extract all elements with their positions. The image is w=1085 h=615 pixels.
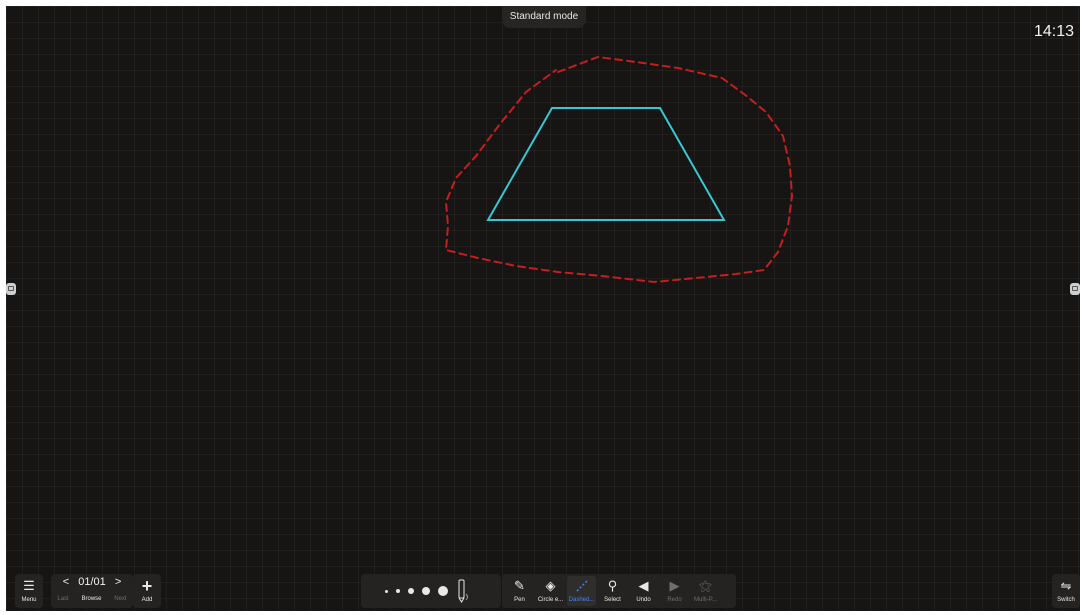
undo-label: Undo [636,596,651,603]
pen-tool-label: Pen [514,596,525,603]
multi-pen-label: Multi-P... [694,596,717,603]
dashed-line-label: Dashed... [568,596,595,603]
switch-label: Switch [1057,596,1075,603]
trapezoid-shape[interactable] [486,107,726,221]
circle-eraser-button[interactable]: ◈ Circle e... [536,576,565,606]
switch-button[interactable]: ⇋ Switch [1052,576,1080,606]
page-counter[interactable]: 01/01 [78,576,106,588]
stroke-size-4[interactable] [422,587,430,595]
select-tool-button[interactable]: ⚲ Select [598,576,627,606]
switch-icon: ⇋ [1060,577,1072,593]
whiteboard-canvas[interactable]: Standard mode 14:13 ☰ Menu < 01/01 > Las… [6,6,1080,611]
add-page-button[interactable]: + Add [133,576,161,606]
dashed-line-button[interactable]: Dashed... [567,576,596,606]
chevron-left-icon[interactable]: < [63,576,69,588]
multi-pen-button[interactable]: ⚝ Multi-P... [691,576,720,606]
browse-button[interactable]: Browse [81,596,101,602]
next-page-button[interactable]: Next [114,596,126,602]
pen-preview-icon[interactable] [455,578,471,604]
tool-group: ✎ Pen ◈ Circle e... Dashed... ⚲ Select ◀… [502,574,736,608]
stroke-size-selector [361,574,501,608]
page-navigator: < 01/01 > Last Browse Next [51,574,133,608]
redo-icon: ▶ [669,577,680,593]
add-label: Add [141,596,153,603]
plus-icon: + [141,575,153,596]
undo-icon: ◀ [638,577,649,593]
undo-button[interactable]: ◀ Undo [629,576,658,606]
pen-tool-button[interactable]: ✎ Pen [505,576,534,606]
circle-eraser-label: Circle e... [537,596,564,603]
menu-button-group: ☰ Menu [15,574,43,608]
redo-label: Redo [667,596,682,603]
chevron-right-icon[interactable]: > [115,576,121,588]
dashed-loop-stroke[interactable] [444,55,794,284]
switch-group: ⇋ Switch [1052,574,1080,608]
redo-button[interactable]: ▶ Redo [660,576,689,606]
dashed-line-icon [575,579,589,594]
eraser-icon: ◈ [545,577,556,593]
stroke-size-2[interactable] [396,589,400,593]
select-tool-label: Select [604,596,621,603]
menu-label: Menu [21,596,37,603]
menu-button[interactable]: ☰ Menu [15,576,43,606]
pager-row: < 01/01 > [51,576,133,588]
pager-labels: Last Browse Next [51,596,133,602]
stroke-size-5[interactable] [438,586,448,596]
last-page-button[interactable]: Last [57,596,68,602]
menu-icon: ☰ [23,577,35,593]
stroke-size-1[interactable] [385,589,388,593]
drawing-layer [444,55,794,284]
stroke-size-3[interactable] [408,588,414,594]
multi-pen-icon: ⚝ [699,577,712,593]
pen-icon: ✎ [514,577,525,593]
select-icon: ⚲ [607,577,618,593]
add-page-group: + Add [133,574,161,608]
